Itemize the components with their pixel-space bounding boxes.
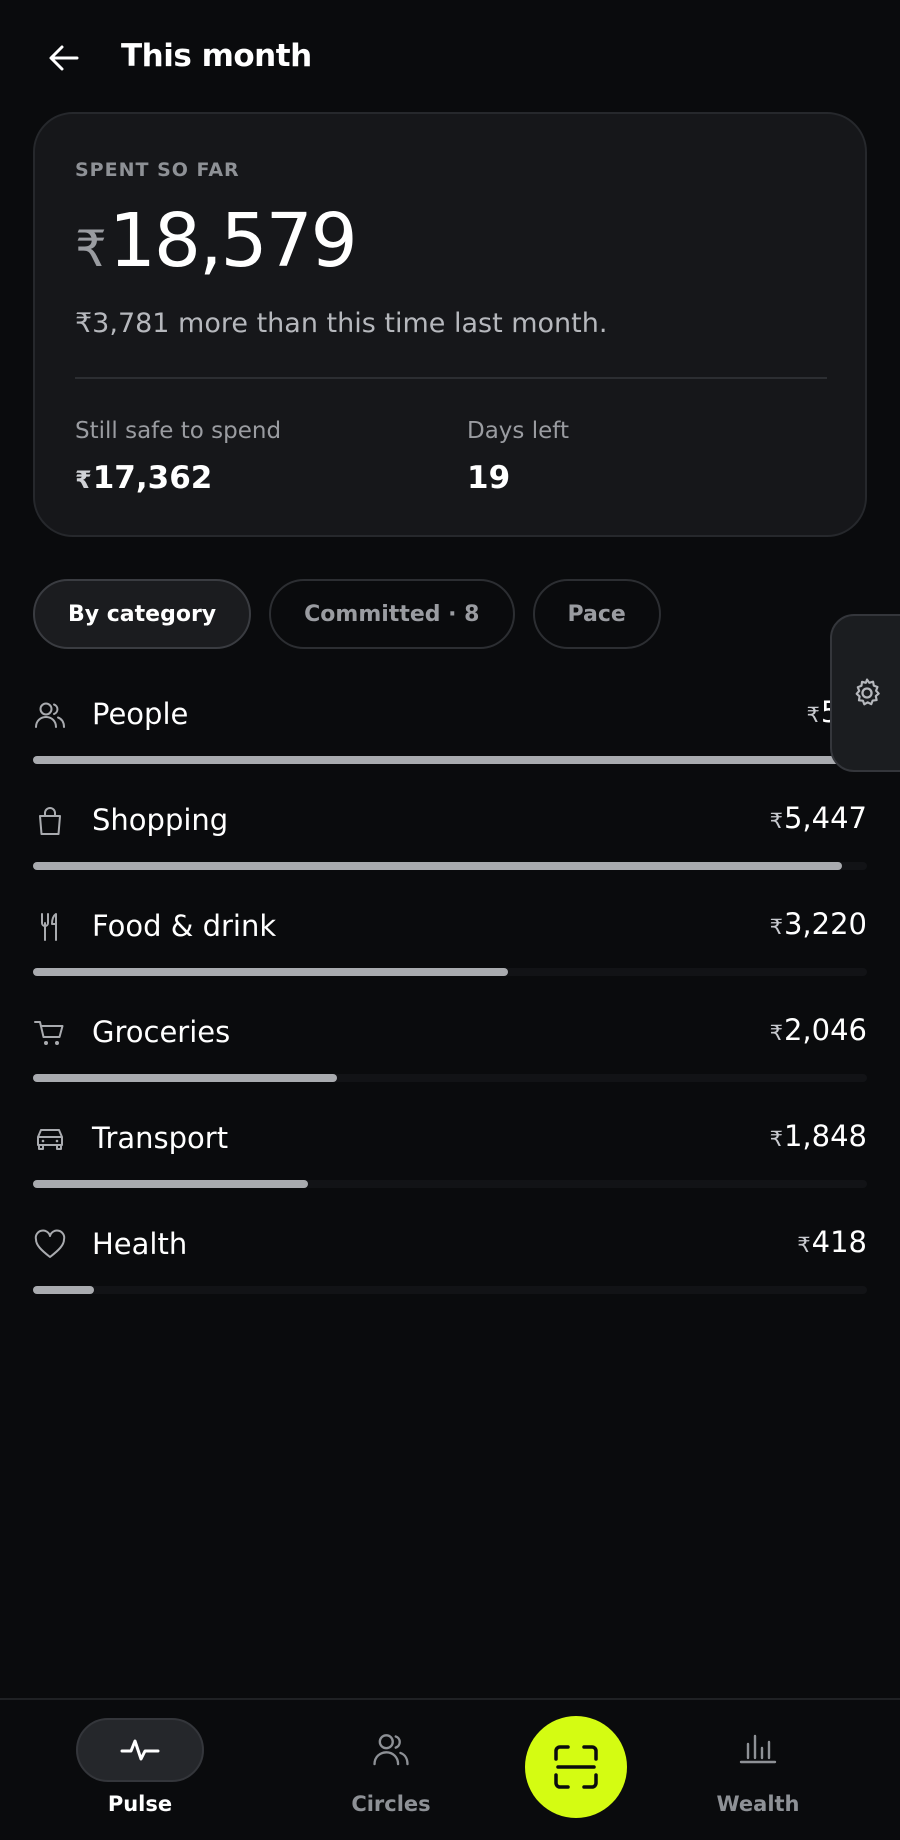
settings-tab[interactable] xyxy=(830,614,900,772)
currency-symbol: ₹ xyxy=(806,703,820,727)
currency-symbol: ₹ xyxy=(75,220,107,278)
card-divider xyxy=(75,377,827,379)
fork-knife-icon xyxy=(41,913,57,941)
category-name: People xyxy=(92,697,189,731)
chip-committed[interactable]: Committed · 8 xyxy=(269,579,515,649)
bottom-navigation: Pulse Circles Wealth xyxy=(0,1698,900,1840)
category-amount: ₹ 1,848 xyxy=(770,1116,867,1159)
category-progress-fill xyxy=(33,1074,338,1082)
safe-to-spend-value: ₹ 17,362 xyxy=(75,458,281,500)
nav-circles-icon-container xyxy=(327,1718,455,1782)
safe-to-spend-amount: 17,362 xyxy=(92,460,213,496)
category-amount-value: 1,848 xyxy=(783,1119,867,1153)
heart-icon xyxy=(34,1229,66,1258)
page-title: This month xyxy=(121,38,312,74)
category-row-groceries[interactable]: Groceries ₹ 2,046 xyxy=(33,998,867,1104)
currency-symbol: ₹ xyxy=(769,809,783,833)
nav-wealth-icon-container xyxy=(694,1718,822,1782)
category-amount: ₹ 2,046 xyxy=(770,1010,867,1053)
category-progress-track xyxy=(33,862,867,870)
category-amount-value: 2,046 xyxy=(783,1013,867,1047)
nav-wealth-label: Wealth xyxy=(716,1792,800,1816)
category-name: Shopping xyxy=(92,803,229,837)
nav-circles-label: Circles xyxy=(351,1792,431,1816)
category-amount-value: 3,220 xyxy=(783,907,867,941)
category-progress-fill xyxy=(33,862,842,870)
category-name: Food & drink xyxy=(92,909,277,943)
category-row-shopping[interactable]: Shopping ₹ 5,447 xyxy=(33,786,867,892)
category-progress-track xyxy=(33,1180,867,1188)
currency-symbol: ₹ xyxy=(769,915,783,939)
category-amount-value: 418 xyxy=(811,1225,867,1259)
days-left-label: Days left xyxy=(467,418,569,444)
days-left-stat: Days left 19 xyxy=(467,414,569,498)
category-row-food-drink[interactable]: Food & drink ₹ 3,220 xyxy=(33,892,867,998)
cart-icon xyxy=(34,1021,64,1045)
spend-summary-card: SPENT SO FAR ₹ 18,579 ₹3,781 more than t… xyxy=(33,112,867,537)
nav-pulse[interactable]: Pulse xyxy=(50,1718,230,1828)
category-name: Health xyxy=(92,1227,188,1261)
view-filter-chips: By category Committed · 8 Pace xyxy=(33,579,661,649)
category-amount: ₹ 418 xyxy=(797,1222,867,1265)
car-icon xyxy=(37,1129,63,1150)
nav-wealth[interactable]: Wealth xyxy=(668,1718,848,1828)
bar-chart-icon xyxy=(739,1734,777,1764)
category-row-health[interactable]: Health ₹ 418 xyxy=(33,1210,867,1316)
category-amount: ₹ 5,447 xyxy=(770,798,867,841)
people-icon xyxy=(35,702,65,728)
comparison-text: ₹3,781 more than this time last month. xyxy=(75,308,608,339)
currency-symbol: ₹ xyxy=(75,466,92,494)
category-row-people[interactable]: People ₹ 5,6 xyxy=(33,680,867,786)
category-row-transport[interactable]: Transport ₹ 1,848 xyxy=(33,1104,867,1210)
category-amount-value: 5,447 xyxy=(783,801,867,835)
safe-to-spend-label: Still safe to spend xyxy=(75,418,282,444)
spent-so-far-label: SPENT SO FAR xyxy=(75,159,240,181)
gear-icon xyxy=(855,678,880,706)
nav-circles[interactable]: Circles xyxy=(301,1718,481,1828)
category-progress-fill xyxy=(33,756,867,764)
category-progress-fill xyxy=(33,968,509,976)
spent-value: 18,579 xyxy=(108,198,358,284)
category-amount: ₹ 3,220 xyxy=(770,904,867,947)
category-name: Transport xyxy=(92,1121,229,1155)
spent-amount: ₹ 18,579 xyxy=(75,196,358,286)
safe-to-spend-stat: Still safe to spend ₹ 17,362 xyxy=(75,414,281,500)
currency-symbol: ₹ xyxy=(769,1127,783,1151)
people-icon xyxy=(373,1734,409,1766)
category-progress-track xyxy=(33,968,867,976)
nav-pulse-label: Pulse xyxy=(107,1792,173,1816)
category-progress-fill xyxy=(33,1286,94,1294)
arrow-left-icon xyxy=(49,45,79,71)
top-app-bar: This month xyxy=(0,0,900,112)
chip-by-category[interactable]: By category xyxy=(33,579,252,649)
pulse-icon xyxy=(120,1739,160,1761)
currency-symbol: ₹ xyxy=(769,1021,783,1045)
scan-icon xyxy=(554,1745,598,1789)
days-left-value: 19 xyxy=(467,460,511,496)
category-progress-track xyxy=(33,756,867,764)
category-progress-track xyxy=(33,1074,867,1082)
category-progress-fill xyxy=(33,1180,309,1188)
currency-symbol: ₹ xyxy=(797,1233,811,1257)
back-button[interactable] xyxy=(40,34,88,82)
nav-pulse-icon-container xyxy=(76,1718,204,1782)
category-progress-track xyxy=(33,1286,867,1294)
chip-pace[interactable]: Pace xyxy=(532,579,661,649)
category-name: Groceries xyxy=(92,1015,231,1049)
shopping-bag-icon xyxy=(39,807,61,835)
scan-button[interactable] xyxy=(525,1716,627,1818)
category-list: People ₹ 5,6 Shopping ₹ 5,447 Food & dri… xyxy=(33,680,867,1316)
